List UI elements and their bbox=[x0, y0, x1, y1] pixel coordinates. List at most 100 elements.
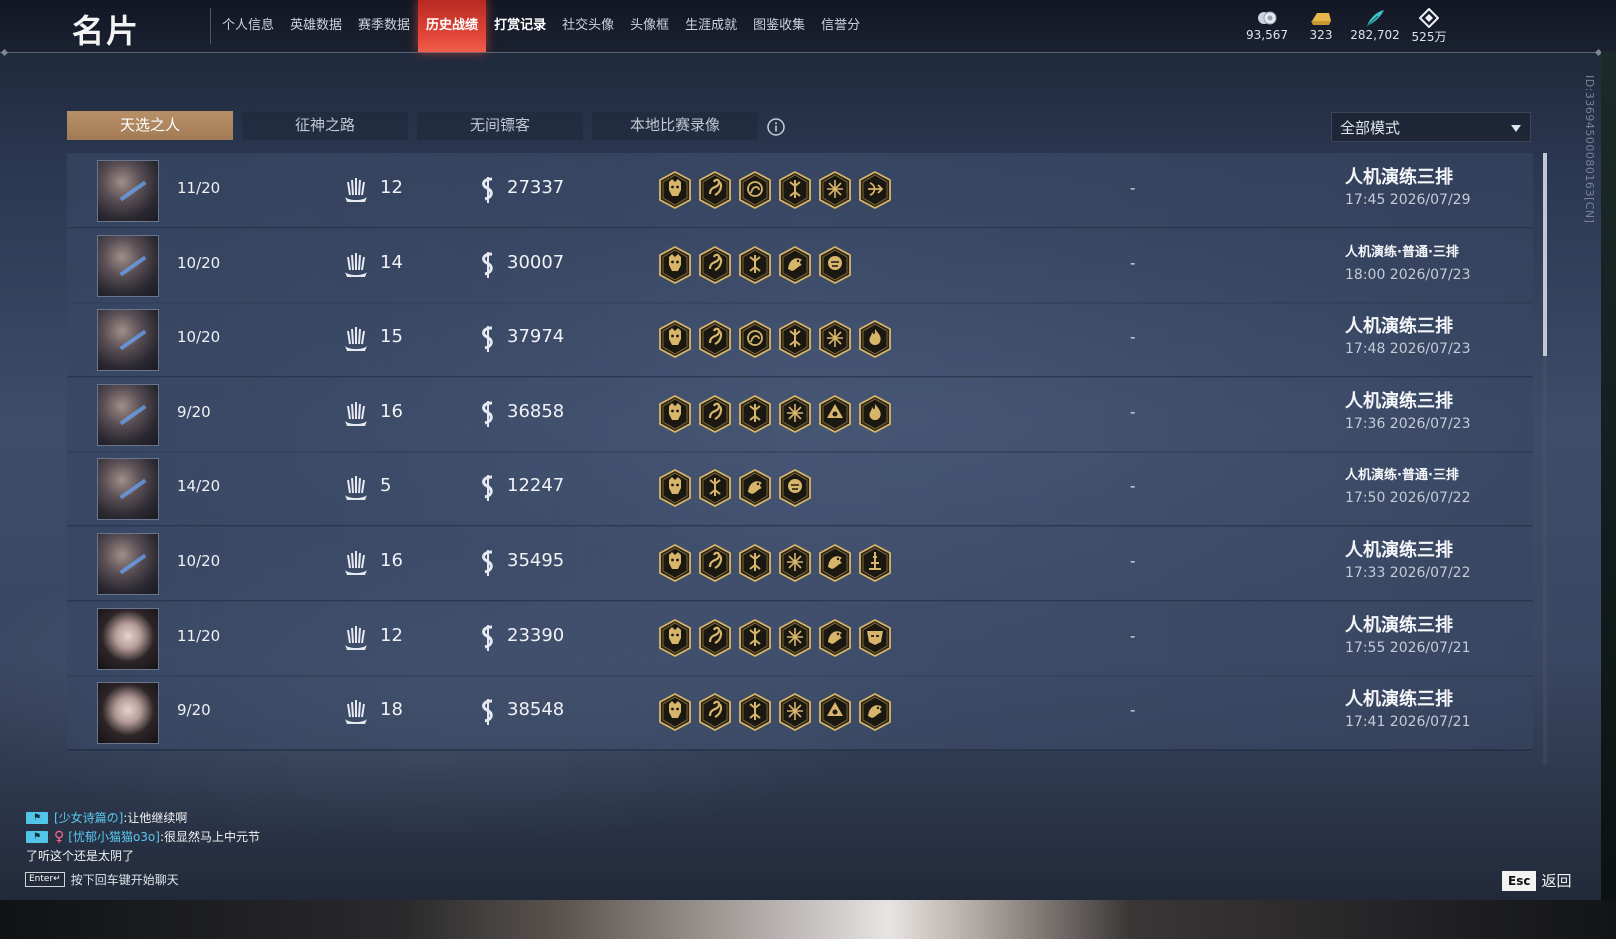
avatar-detail bbox=[119, 329, 147, 351]
list-scrollbar[interactable] bbox=[1543, 153, 1547, 764]
mode-filter-dropdown[interactable]: 全部模式 bbox=[1331, 112, 1531, 142]
tri-badge-icon[interactable] bbox=[817, 692, 853, 732]
match-mode: 人机演练三排 bbox=[1345, 689, 1453, 711]
oni-badge-icon[interactable] bbox=[657, 245, 693, 285]
rune-badge-icon[interactable] bbox=[737, 245, 773, 285]
back-button[interactable]: Esc 返回 bbox=[1502, 870, 1571, 891]
chat-sender[interactable]: [忧郁小猫猫o3o] bbox=[68, 828, 160, 845]
match-row[interactable]: 11/20 12 27337 - 人机演练三排 17:45 2026/07/29 bbox=[67, 153, 1533, 229]
lion-badge-icon[interactable] bbox=[777, 468, 813, 508]
beast-badge-icon[interactable] bbox=[777, 245, 813, 285]
rune-badge-icon[interactable] bbox=[737, 543, 773, 583]
currency-bar: 93,567 323 282,702 525万 bbox=[1240, 8, 1456, 45]
info-icon[interactable] bbox=[766, 117, 786, 141]
nav-tab-5[interactable]: 社交头像 bbox=[554, 0, 622, 52]
oni-badge-icon[interactable] bbox=[657, 468, 693, 508]
lion-badge-icon[interactable] bbox=[817, 245, 853, 285]
tab-0[interactable]: 天选之人 bbox=[67, 111, 233, 140]
dragon-badge-icon[interactable] bbox=[697, 319, 733, 359]
tower-badge-icon[interactable] bbox=[857, 543, 893, 583]
swirl-badge-icon[interactable] bbox=[737, 170, 773, 210]
mode-filter-value: 全部模式 bbox=[1340, 119, 1401, 137]
dragon-badge-icon[interactable] bbox=[697, 245, 733, 285]
mask-badge-icon[interactable] bbox=[857, 618, 893, 658]
beast-badge-icon[interactable] bbox=[817, 618, 853, 658]
rune-badge-icon[interactable] bbox=[737, 394, 773, 434]
rune-badge-icon[interactable] bbox=[737, 618, 773, 658]
damage-value: 27337 bbox=[507, 177, 565, 198]
tab-3[interactable]: 本地比赛录像 bbox=[592, 111, 758, 140]
kills-icon bbox=[341, 473, 371, 507]
nav-tab-9[interactable]: 信誉分 bbox=[813, 0, 868, 52]
beast-badge-icon[interactable] bbox=[857, 692, 893, 732]
nav-tab-7[interactable]: 生涯成就 bbox=[677, 0, 745, 52]
kills-icon bbox=[341, 623, 371, 657]
main-nav: 个人信息 英雄数据 赛季数据 历史战绩 打赏记录 社交头像 头像框 生涯成就 图鉴收集 信誉分 bbox=[214, 0, 868, 52]
nav-tab-8[interactable]: 图鉴收集 bbox=[745, 0, 813, 52]
rune-badge-icon[interactable] bbox=[777, 170, 813, 210]
match-mode: 人机演练·普通·三排 bbox=[1345, 468, 1459, 484]
star-badge-icon[interactable] bbox=[777, 692, 813, 732]
mode-tabs: 天选之人 征神之路 无间镖客 本地比赛录像 bbox=[67, 111, 767, 140]
dragon-badge-icon[interactable] bbox=[697, 170, 733, 210]
kill-count: 12 bbox=[380, 177, 403, 198]
oni-badge-icon[interactable] bbox=[657, 170, 693, 210]
scrollbar-thumb[interactable] bbox=[1543, 153, 1547, 356]
match-row[interactable]: 14/20 5 12247 - 人机演练·普通·三排 17:50 2026/07/22 bbox=[67, 451, 1533, 528]
coins-icon bbox=[1240, 8, 1294, 28]
hero-avatar bbox=[97, 533, 159, 595]
oni-badge-icon[interactable] bbox=[657, 618, 693, 658]
tab-1[interactable]: 征神之路 bbox=[242, 111, 408, 140]
star-badge-icon[interactable] bbox=[777, 543, 813, 583]
chat-sender[interactable]: [少女诗篇の] bbox=[54, 809, 123, 826]
rune-badge-icon[interactable] bbox=[777, 319, 813, 359]
dragon-badge-icon[interactable] bbox=[697, 394, 733, 434]
nav-tab-4[interactable]: 打赏记录 bbox=[486, 0, 554, 52]
flame-badge-icon[interactable] bbox=[857, 394, 893, 434]
match-row[interactable]: 11/20 12 23390 - 人机演练三排 17:55 2026/07/21 bbox=[67, 600, 1533, 677]
oni-badge-icon[interactable] bbox=[657, 692, 693, 732]
dragon-badge-icon[interactable] bbox=[697, 692, 733, 732]
nav-tab-2[interactable]: 赛季数据 bbox=[350, 0, 418, 52]
rune-badge-icon[interactable] bbox=[697, 468, 733, 508]
oni-badge-icon[interactable] bbox=[657, 319, 693, 359]
star-badge-icon[interactable] bbox=[817, 170, 853, 210]
damage-value: 23390 bbox=[507, 624, 565, 646]
match-time: 17:33 2026/07/22 bbox=[1345, 565, 1471, 581]
extra-field: - bbox=[1130, 552, 1136, 570]
placement: 10/20 bbox=[177, 328, 221, 347]
dragon-badge-icon[interactable] bbox=[697, 543, 733, 583]
tri-badge-icon[interactable] bbox=[817, 394, 853, 434]
match-row[interactable]: 9/20 16 36858 - 人机演练三排 17:36 2026/07/23 bbox=[67, 376, 1533, 453]
nav-tab-3[interactable]: 历史战绩 bbox=[418, 0, 487, 52]
oni-badge-icon[interactable] bbox=[657, 543, 693, 583]
beast-badge-icon[interactable] bbox=[737, 468, 773, 508]
chat-hint[interactable]: Enter↵ 按下回车键开始聊天 bbox=[25, 871, 179, 888]
kills-icon bbox=[341, 697, 371, 731]
nav-tab-6[interactable]: 头像框 bbox=[622, 0, 677, 52]
kills-icon bbox=[341, 250, 371, 284]
star-badge-icon[interactable] bbox=[777, 394, 813, 434]
chat-text: :让他继续啊 bbox=[123, 811, 188, 825]
star-badge-icon[interactable] bbox=[777, 618, 813, 658]
star-badge-icon[interactable] bbox=[817, 319, 853, 359]
placement: 9/20 bbox=[177, 701, 211, 720]
achievement-badges bbox=[657, 543, 897, 583]
rune-badge-icon[interactable] bbox=[737, 692, 773, 732]
match-row[interactable]: 9/20 18 38548 - 人机演练三排 17:41 2026/07/21 bbox=[67, 675, 1533, 752]
swirl-badge-icon[interactable] bbox=[737, 319, 773, 359]
bow-badge-icon[interactable] bbox=[857, 170, 893, 210]
dragon-badge-icon[interactable] bbox=[697, 618, 733, 658]
oni-badge-icon[interactable] bbox=[657, 394, 693, 434]
nav-tab-0[interactable]: 个人信息 bbox=[214, 0, 282, 52]
beast-badge-icon[interactable] bbox=[817, 543, 853, 583]
match-row[interactable]: 10/20 14 30007 - 人机演练·普通·三排 18:00 2026/07/23 bbox=[67, 227, 1533, 304]
match-row[interactable]: 10/20 15 37974 - 人机演练三排 17:48 2026/07/23 bbox=[67, 302, 1533, 379]
tab-2[interactable]: 无间镖客 bbox=[417, 111, 583, 140]
match-history-list[interactable]: 11/20 12 27337 - 人机演练三排 17:45 2026/07/29 10/20… bbox=[67, 153, 1533, 764]
nav-tab-1[interactable]: 英雄数据 bbox=[282, 0, 350, 52]
match-time: 17:41 2026/07/21 bbox=[1345, 714, 1471, 731]
flame-badge-icon[interactable] bbox=[857, 319, 893, 359]
currency-value: 525万 bbox=[1411, 30, 1447, 44]
match-row[interactable]: 10/20 16 35495 - 人机演练三排 17:33 2026/07/22 bbox=[67, 526, 1533, 602]
